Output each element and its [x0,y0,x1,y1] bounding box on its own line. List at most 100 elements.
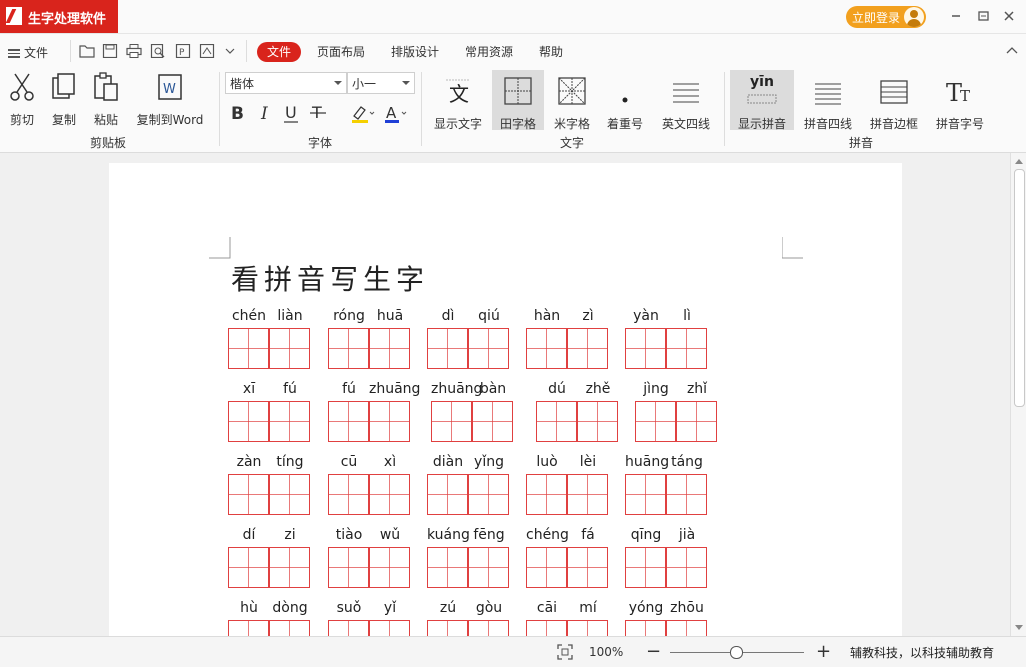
emphasis-dot-icon [622,97,628,103]
pinyin-text: huāng [625,454,670,470]
print-preview-icon[interactable] [150,43,166,59]
copy-to-word-button[interactable]: W 复制到Word [132,66,208,130]
export-icon[interactable]: P [175,43,191,59]
tian-grid-box [328,401,369,442]
tian-grid-box [526,328,567,369]
tab-resources[interactable]: 常用资源 [460,42,518,62]
pinyin-text: hàn [533,308,561,324]
open-folder-icon[interactable] [79,44,95,58]
italic-button[interactable]: I [254,102,276,124]
chevron-down-icon [334,81,342,85]
company-slogan: 辅教科技，以科技辅助教育 [850,646,995,660]
tab-file[interactable]: 文件 [257,42,301,62]
svg-text:B: B [231,104,244,124]
pinyin-text: xī [242,381,256,397]
pinyin-text: fú [283,381,297,397]
chevron-down-icon[interactable] [225,44,241,58]
show-pinyin-button[interactable]: yīn 显示拼音 [730,70,794,131]
font-family-select[interactable]: 楷体 [225,72,347,94]
pinyin-text: dí [242,527,256,543]
scroll-up-arrow-icon[interactable] [1015,159,1023,164]
tab-help[interactable]: 帮助 [534,42,568,62]
tab-typesetting[interactable]: 排版设计 [386,42,444,62]
font-color-button[interactable]: A [383,102,409,124]
tian-grid-box [526,620,567,636]
tian-grid-box [666,474,707,515]
strikethrough-button[interactable]: T [307,102,329,124]
pinyin-text: wǔ [379,527,401,543]
pinyin-icon-glyph: yīn [750,74,774,90]
document-page[interactable]: 看拼音写生字 chén liàn róng huā dì qiú hàn zì yàn lì xī f… [109,163,902,636]
pinyin-border-button[interactable]: 拼音边框 [864,70,924,131]
tian-grid-box [269,328,310,369]
restore-icon[interactable] [975,8,991,24]
emphasis-dot-button[interactable]: 着重号 [602,70,648,131]
save-icon[interactable] [102,43,118,59]
zoom-in-button[interactable]: + [816,641,831,662]
highlight-button[interactable] [350,102,376,124]
pinyin-text: chéng [526,527,569,543]
pinyin-four-lines-button[interactable]: 拼音四线 [800,70,856,131]
pinyin-text: yóng [628,600,664,616]
menu-bar: 文件 P 文件 页面布局 排版设计 常用资源 帮助 [0,34,1026,66]
mi-grid-icon [558,77,586,105]
show-text-button[interactable]: 文 显示文字 [430,70,486,131]
zoom-out-button[interactable]: − [646,641,661,662]
pinyin-text: tiào [335,527,363,543]
close-icon[interactable] [1001,8,1017,24]
chevron-down-icon [402,81,410,85]
english-four-lines-button[interactable]: 英文四线 [656,70,716,131]
pinyin-text: dú [548,381,566,397]
pinyin-export-icon[interactable] [199,43,215,59]
scroll-down-arrow-icon[interactable] [1015,625,1023,630]
bold-button[interactable]: B [226,102,248,124]
crop-mark-top-right [782,237,803,259]
svg-text:U: U [285,103,297,122]
tian-grid-box [567,547,608,588]
tian-grid-box [536,401,577,442]
tian-grid-box [328,620,369,636]
text-group-label: 文字 [560,136,585,150]
login-label: 立即登录 [852,11,901,25]
vertical-scrollbar[interactable] [1010,153,1026,636]
tian-grid-box [328,474,369,515]
tian-grid-button[interactable]: 田字格 [492,70,544,131]
pinyin-text: liàn [277,308,303,324]
zoom-slider-thumb[interactable] [729,646,743,659]
tian-grid-box [228,620,269,636]
pinyin-text: yàn [633,308,659,324]
pinyin-text: bàn [479,381,507,397]
underline-icon: U [284,103,298,123]
collapse-ribbon-icon[interactable] [1005,44,1019,58]
paste-button[interactable]: 粘贴 [86,66,126,130]
tian-grid-box [666,328,707,369]
document-workspace: 看拼音写生字 chén liàn róng huā dì qiú hàn zì yàn lì xī f… [0,153,1010,636]
scrollbar-thumb[interactable] [1014,169,1025,407]
copy-button[interactable]: 复制 [44,66,84,130]
file-menu[interactable]: 文件 [8,44,48,61]
pinyin-text: yǐ [383,600,397,616]
title-bar: 生字处理软件 立即登录 [0,0,1026,34]
tian-grid-box [567,328,608,369]
pinyin-lines-icon [815,83,841,105]
avatar-icon [904,7,924,27]
underline-button[interactable]: U [280,102,302,124]
tab-page-layout[interactable]: 页面布局 [312,42,370,62]
status-bar: 100% − + 辅教科技，以科技辅助教育 [0,636,1026,667]
pinyin-text: qīng [630,527,662,543]
mi-grid-button[interactable]: 米字格 [548,70,596,131]
minimize-icon[interactable] [948,8,964,24]
login-button[interactable]: 立即登录 [846,6,926,28]
fit-page-icon[interactable] [557,644,573,660]
tian-grid-box [431,401,472,442]
cut-button[interactable]: 剪切 [2,66,42,130]
tian-grid-box [369,474,410,515]
crop-mark-top-left [209,237,231,259]
pinyin-text: jìng [643,381,669,397]
pinyin-font-size-button[interactable]: TT 拼音字号 [932,70,988,131]
print-icon[interactable] [126,44,142,58]
font-size-select[interactable]: 小一 [347,72,415,94]
pinyin-text: zàn [236,454,262,470]
copy-label: 复制 [51,113,76,127]
tian-grid-box [369,547,410,588]
